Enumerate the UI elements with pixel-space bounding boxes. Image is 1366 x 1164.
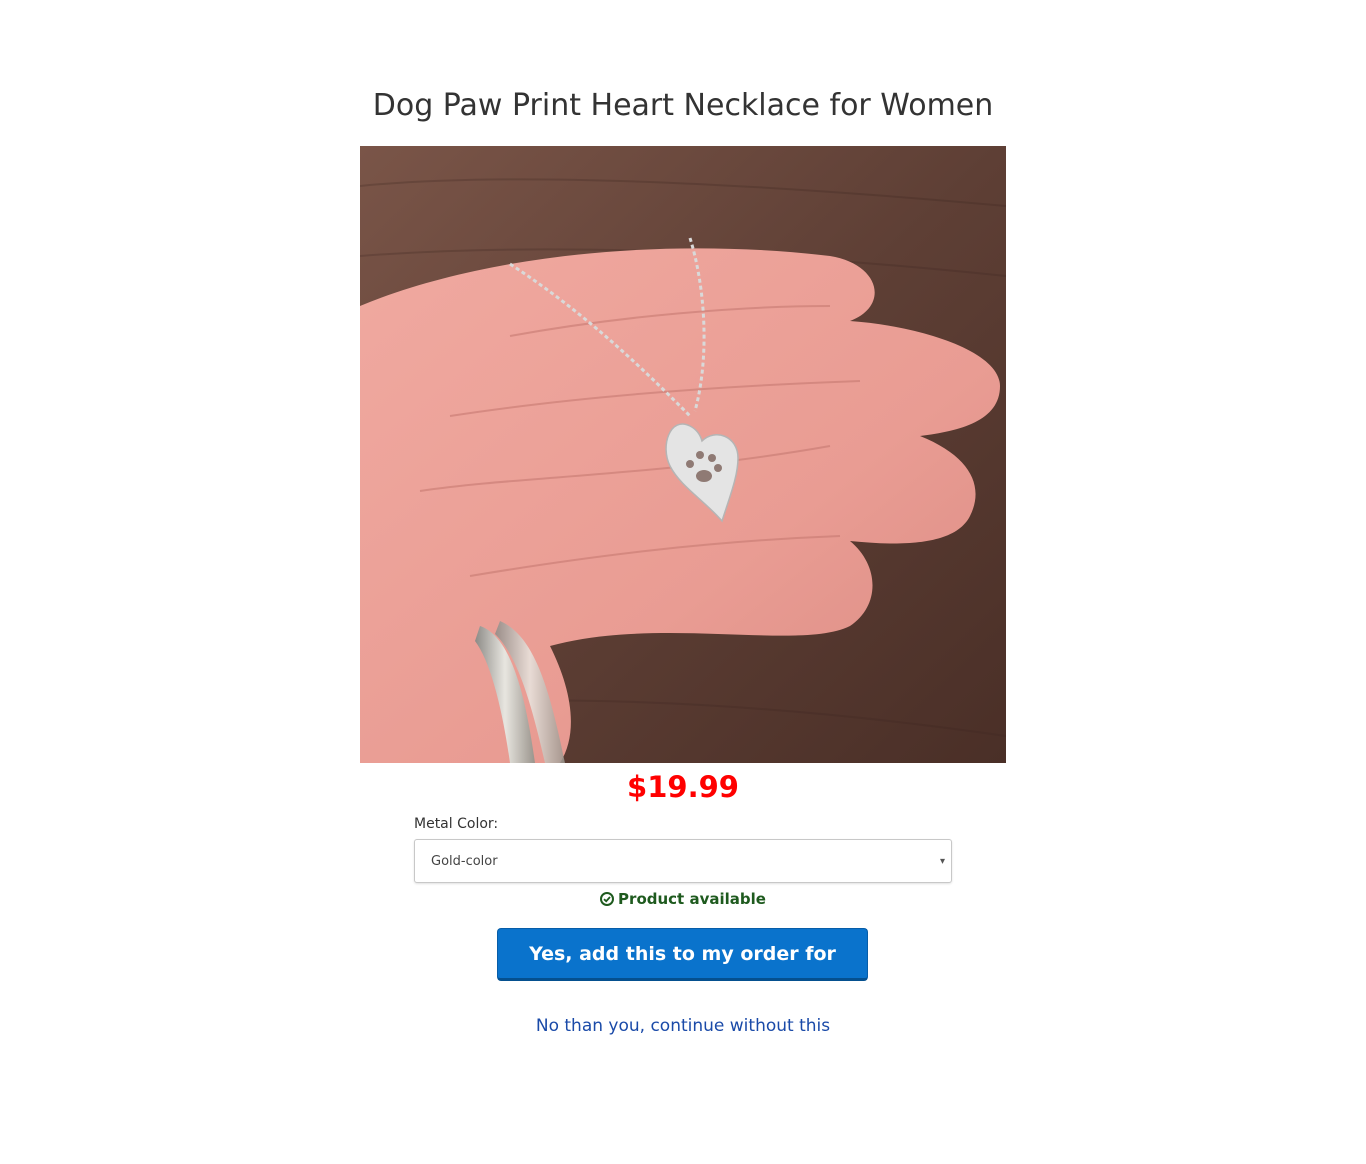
metal-color-selected-value: Gold-color <box>431 854 498 869</box>
product-title: Dog Paw Print Heart Necklace for Women <box>372 88 994 123</box>
check-circle-icon <box>600 891 615 911</box>
metal-color-select[interactable]: Gold-color ▾ <box>414 839 952 883</box>
chevron-down-icon: ▾ <box>939 856 945 867</box>
metal-color-label: Metal Color: <box>414 816 499 832</box>
availability-status: Product available <box>0 889 1366 911</box>
product-price: $19.99 <box>627 770 739 804</box>
product-image <box>360 146 1006 763</box>
availability-text: Product available <box>618 890 766 908</box>
upsell-page: Dog Paw Print Heart Necklace for Women $… <box>0 0 1366 1164</box>
decline-offer-link[interactable]: No than you, continue without this <box>0 1014 1366 1038</box>
add-to-order-button[interactable]: Yes, add this to my order for $19.99 <box>497 928 868 1015</box>
